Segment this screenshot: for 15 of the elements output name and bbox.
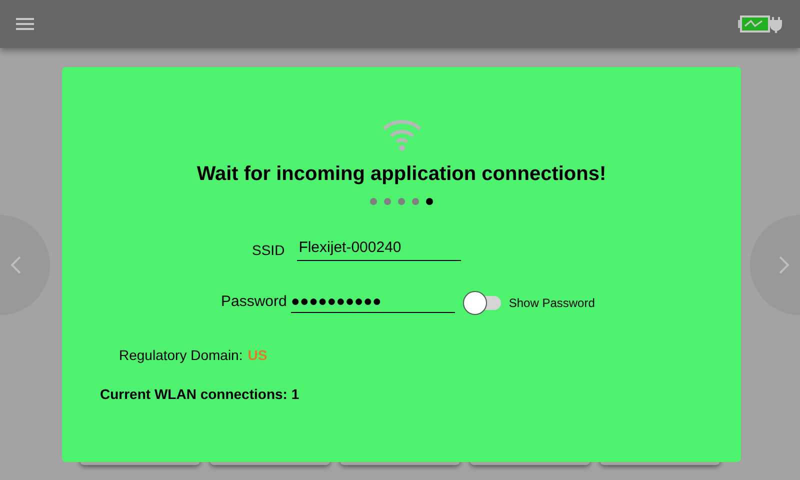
ssid-field[interactable]: Flexijet-000240: [296, 237, 461, 260]
battery-charging-icon: [738, 15, 784, 33]
wlan-connections-count: Current WLAN connections: 1: [100, 384, 300, 404]
wifi-icon: [382, 119, 422, 151]
show-password-label: Show Password: [508, 294, 595, 312]
ssid-label: SSID: [252, 240, 285, 260]
password-label: Password: [221, 292, 287, 312]
chevron-left-icon: [10, 255, 22, 275]
show-password-switch[interactable]: [462, 290, 503, 314]
dialog-title: Wait for incoming application connections!: [196, 162, 606, 187]
regulatory-domain-value: US: [248, 346, 268, 364]
chevron-right-icon: [778, 255, 790, 275]
menu-icon[interactable]: [16, 17, 34, 31]
password-field[interactable]: ●●●●●●●●●●: [290, 292, 455, 313]
regulatory-domain-label: Regulatory Domain:: [119, 346, 243, 365]
